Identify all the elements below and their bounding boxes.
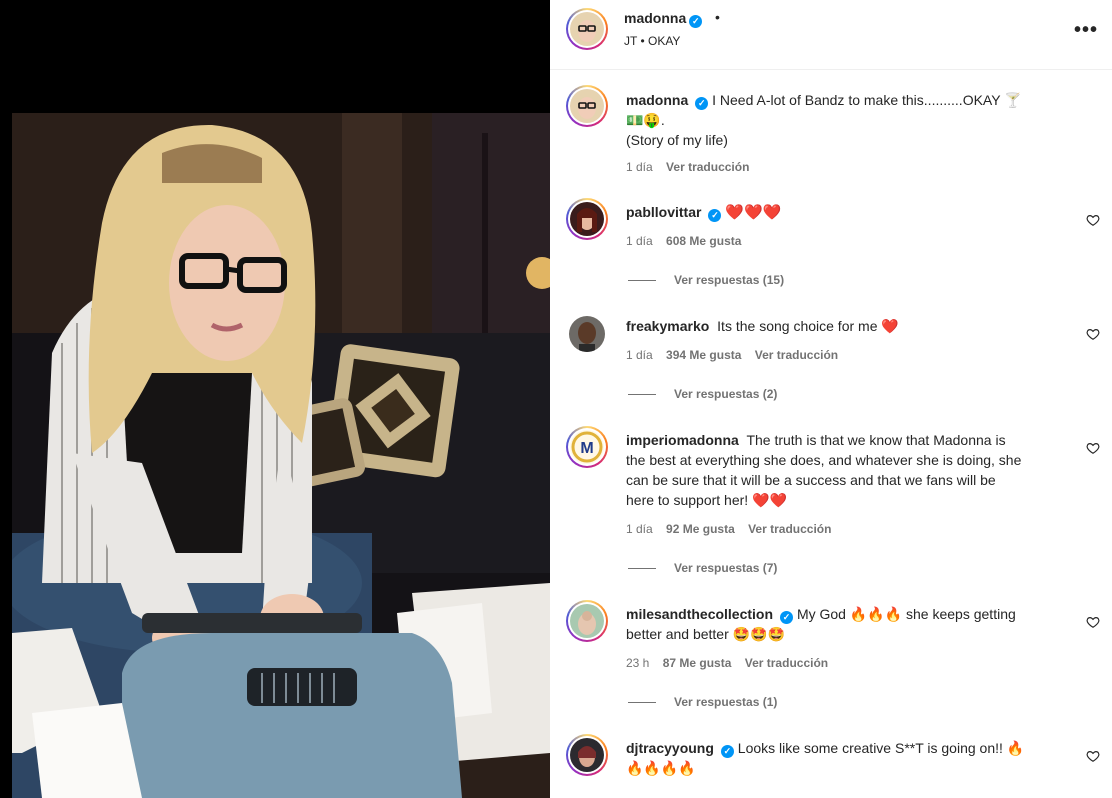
comment-time[interactable]: 1 día xyxy=(626,522,653,536)
author-name-row: madonna ✓ xyxy=(624,10,703,28)
post-media xyxy=(0,0,550,798)
view-replies-label: Ver respuestas (7) xyxy=(674,561,778,575)
comment-username[interactable]: imperiomadonna xyxy=(626,432,739,448)
view-replies-button[interactable]: Ver respuestas (2) xyxy=(628,387,777,401)
comment-translate-link[interactable]: Ver traducción xyxy=(748,522,831,536)
more-options-icon[interactable]: ••• xyxy=(1074,19,1098,42)
comment-time[interactable]: 23 h xyxy=(626,656,649,670)
caption-body: madonna ✓ I Need A-lot of Bandz to make t… xyxy=(626,90,1076,150)
verified-badge-icon: ✓ xyxy=(708,209,722,222)
post-header: madonna ✓ • JT • OKAY ••• xyxy=(550,0,1112,70)
comment-likes[interactable]: 87 Me gusta xyxy=(663,656,732,670)
comment-time[interactable]: 1 día xyxy=(626,348,653,362)
comment-text-line2: the best at everything she does, and wha… xyxy=(626,452,1022,468)
verified-badge-icon: ✓ xyxy=(695,97,709,110)
header-separator: • xyxy=(715,9,720,25)
heart-outline-icon[interactable] xyxy=(1086,213,1100,227)
comment-translate-link[interactable]: Ver traducción xyxy=(755,348,838,362)
caption-meta: 1 día Ver traducción xyxy=(626,160,759,174)
comment-milesandthecollection: milesandthecollection ✓ My God 🔥🔥🔥 she ke… xyxy=(550,598,1112,718)
svg-text:M: M xyxy=(580,440,593,457)
view-replies-button[interactable]: Ver respuestas (1) xyxy=(628,695,777,709)
comment-text: Its the song choice for me ❤️ xyxy=(717,318,899,334)
avatar-pabllovittar-image xyxy=(570,202,604,236)
comment-body: freakymarko Its the song choice for me ❤… xyxy=(626,316,1076,336)
comment-freakymarko: freakymarko Its the song choice for me ❤… xyxy=(550,310,1112,410)
replies-divider xyxy=(628,280,656,282)
comment-meta: 1 día 92 Me gusta Ver traducción xyxy=(626,522,841,536)
avatar-djtracyyoung-image xyxy=(570,738,604,772)
caption-text-line2: 💵🤑. xyxy=(626,112,665,128)
avatar-imperiomadonna-image: M xyxy=(570,430,604,464)
caption: madonna ✓ I Need A-lot of Bandz to make t… xyxy=(550,84,1112,184)
avatar-madonna-caption-image xyxy=(570,89,604,123)
verified-badge-icon: ✓ xyxy=(689,15,703,28)
comment-avatar[interactable] xyxy=(566,198,608,240)
comment-body: pabllovittar ✓ ❤️❤️❤️ xyxy=(626,202,1076,223)
comment-avatar[interactable] xyxy=(566,734,608,776)
view-replies-label: Ver respuestas (2) xyxy=(674,387,778,401)
comment-likes[interactable]: 608 Me gusta xyxy=(666,234,741,248)
view-replies-button[interactable]: Ver respuestas (7) xyxy=(628,561,777,575)
verified-badge-icon: ✓ xyxy=(780,611,794,624)
comment-text-line3: can be sure that it will be a success an… xyxy=(626,472,996,488)
replies-divider xyxy=(628,394,656,396)
heart-outline-icon[interactable] xyxy=(1086,441,1100,455)
comment-body: imperiomadonna The truth is that we know… xyxy=(626,430,1086,510)
heart-outline-icon[interactable] xyxy=(1086,749,1100,763)
comment-text-line1: The truth is that we know that Madonna i… xyxy=(746,432,1006,448)
view-replies-button[interactable]: Ver respuestas (15) xyxy=(628,273,784,287)
comment-time[interactable]: 1 día xyxy=(626,234,653,248)
comment-avatar[interactable]: M xyxy=(566,426,608,468)
comment-username[interactable]: djtracyyoung xyxy=(626,740,714,756)
comment-text: ❤️❤️❤️ xyxy=(725,204,782,221)
comment-text-line4: here to support her! ❤️❤️ xyxy=(626,492,787,508)
comment-likes[interactable]: 92 Me gusta xyxy=(666,522,735,536)
comment-username[interactable]: milesandthecollection xyxy=(626,606,773,622)
comment-meta: 1 día 394 Me gusta Ver traducción xyxy=(626,348,848,362)
comment-meta: 23 h 87 Me gusta Ver traducción xyxy=(626,656,838,670)
comment-username[interactable]: pabllovittar xyxy=(626,204,701,220)
comment-translate-link[interactable]: Ver traducción xyxy=(745,656,828,670)
verified-badge-icon: ✓ xyxy=(720,745,734,758)
caption-translate-link[interactable]: Ver traducción xyxy=(666,160,749,174)
avatar-freakymarko-image xyxy=(569,316,605,352)
audio-track[interactable]: JT • OKAY xyxy=(624,34,680,48)
comment-imperiomadonna: M imperiomadonna The truth is that we kn… xyxy=(550,424,1112,584)
comment-meta: 1 día 608 Me gusta xyxy=(626,234,751,248)
caption-time[interactable]: 1 día xyxy=(626,160,653,174)
author-username[interactable]: madonna xyxy=(624,10,686,26)
heart-outline-icon[interactable] xyxy=(1086,327,1100,341)
avatar-madonna-image xyxy=(570,12,604,46)
comment-pabllovittar: pabllovittar ✓ ❤️❤️❤️ 1 día 608 Me gusta … xyxy=(550,196,1112,296)
heart-outline-icon[interactable] xyxy=(1086,615,1100,629)
avatar-milesandthecollection-image xyxy=(570,604,604,638)
comment-avatar[interactable] xyxy=(566,600,608,642)
view-replies-label: Ver respuestas (1) xyxy=(674,695,778,709)
comment-djtracyyoung: djtracyyoung ✓ Looks like some creative S… xyxy=(550,732,1112,798)
comment-text-line2: better and better 🤩🤩🤩 xyxy=(626,626,785,642)
comment-text-line1: My God 🔥🔥🔥 she keeps getting xyxy=(796,606,1016,622)
caption-avatar[interactable] xyxy=(566,85,608,127)
comment-likes[interactable]: 394 Me gusta xyxy=(666,348,741,362)
caption-text-line3: (Story of my life) xyxy=(626,132,728,148)
comment-body: milesandthecollection ✓ My God 🔥🔥🔥 she ke… xyxy=(626,604,1076,644)
caption-username[interactable]: madonna xyxy=(626,92,688,108)
replies-divider xyxy=(628,702,656,704)
comment-avatar[interactable] xyxy=(569,316,605,352)
comment-username[interactable]: freakymarko xyxy=(626,318,709,334)
post-photo[interactable] xyxy=(12,113,550,798)
photo-illustration xyxy=(12,113,550,798)
comment-body: djtracyyoung ✓ Looks like some creative S… xyxy=(626,738,1076,778)
comment-text-line2: 🔥🔥🔥🔥 xyxy=(626,760,696,776)
replies-divider xyxy=(628,568,656,570)
post-details-panel: madonna ✓ • JT • OKAY ••• madonna ✓ I Need… xyxy=(550,0,1112,798)
comment-text-line1: Looks like some creative S**T is going o… xyxy=(737,740,1025,756)
view-replies-label: Ver respuestas (15) xyxy=(674,273,785,287)
author-avatar[interactable] xyxy=(566,8,608,50)
caption-text-line1: I Need A-lot of Bandz to make this......… xyxy=(712,92,1022,108)
